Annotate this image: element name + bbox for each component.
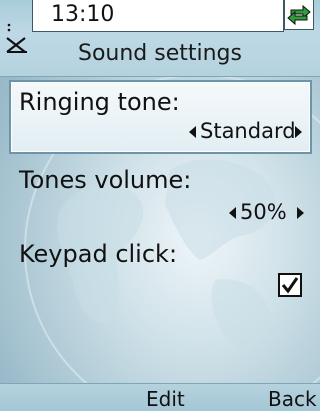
clock-time: 13:10 [51, 2, 115, 27]
checkmark-icon [281, 277, 299, 294]
ringing-tone-value: Standard [200, 119, 296, 143]
right-arrow-icon[interactable] [295, 126, 302, 138]
edit-softkey[interactable]: Edit [146, 387, 185, 411]
back-softkey[interactable]: Back [268, 387, 317, 411]
status-header: 13:10 Sound settings [0, 0, 320, 77]
left-arrow-icon[interactable] [189, 126, 196, 138]
phone-screen: 13:10 Sound settings Ringing tone: Stand… [0, 0, 320, 411]
tones-volume-value: 50% [240, 200, 287, 224]
softkey-bar: Edit Back [0, 383, 320, 411]
keypad-click-checkbox[interactable] [278, 273, 302, 297]
time-display: 13:10 [32, 0, 284, 32]
ringing-tone-label: Ringing tone: [19, 88, 180, 116]
page-title: Sound settings [77, 41, 242, 66]
left-arrow-icon[interactable] [229, 207, 236, 219]
right-arrow-icon[interactable] [297, 207, 304, 219]
sync-arrows-icon [287, 4, 311, 26]
setting-ringing-tone[interactable]: Ringing tone: Standard [9, 80, 312, 154]
keypad-click-label: Keypad click: [19, 240, 178, 268]
tones-volume-label: Tones volume: [19, 166, 192, 194]
sync-indicator [284, 0, 314, 30]
